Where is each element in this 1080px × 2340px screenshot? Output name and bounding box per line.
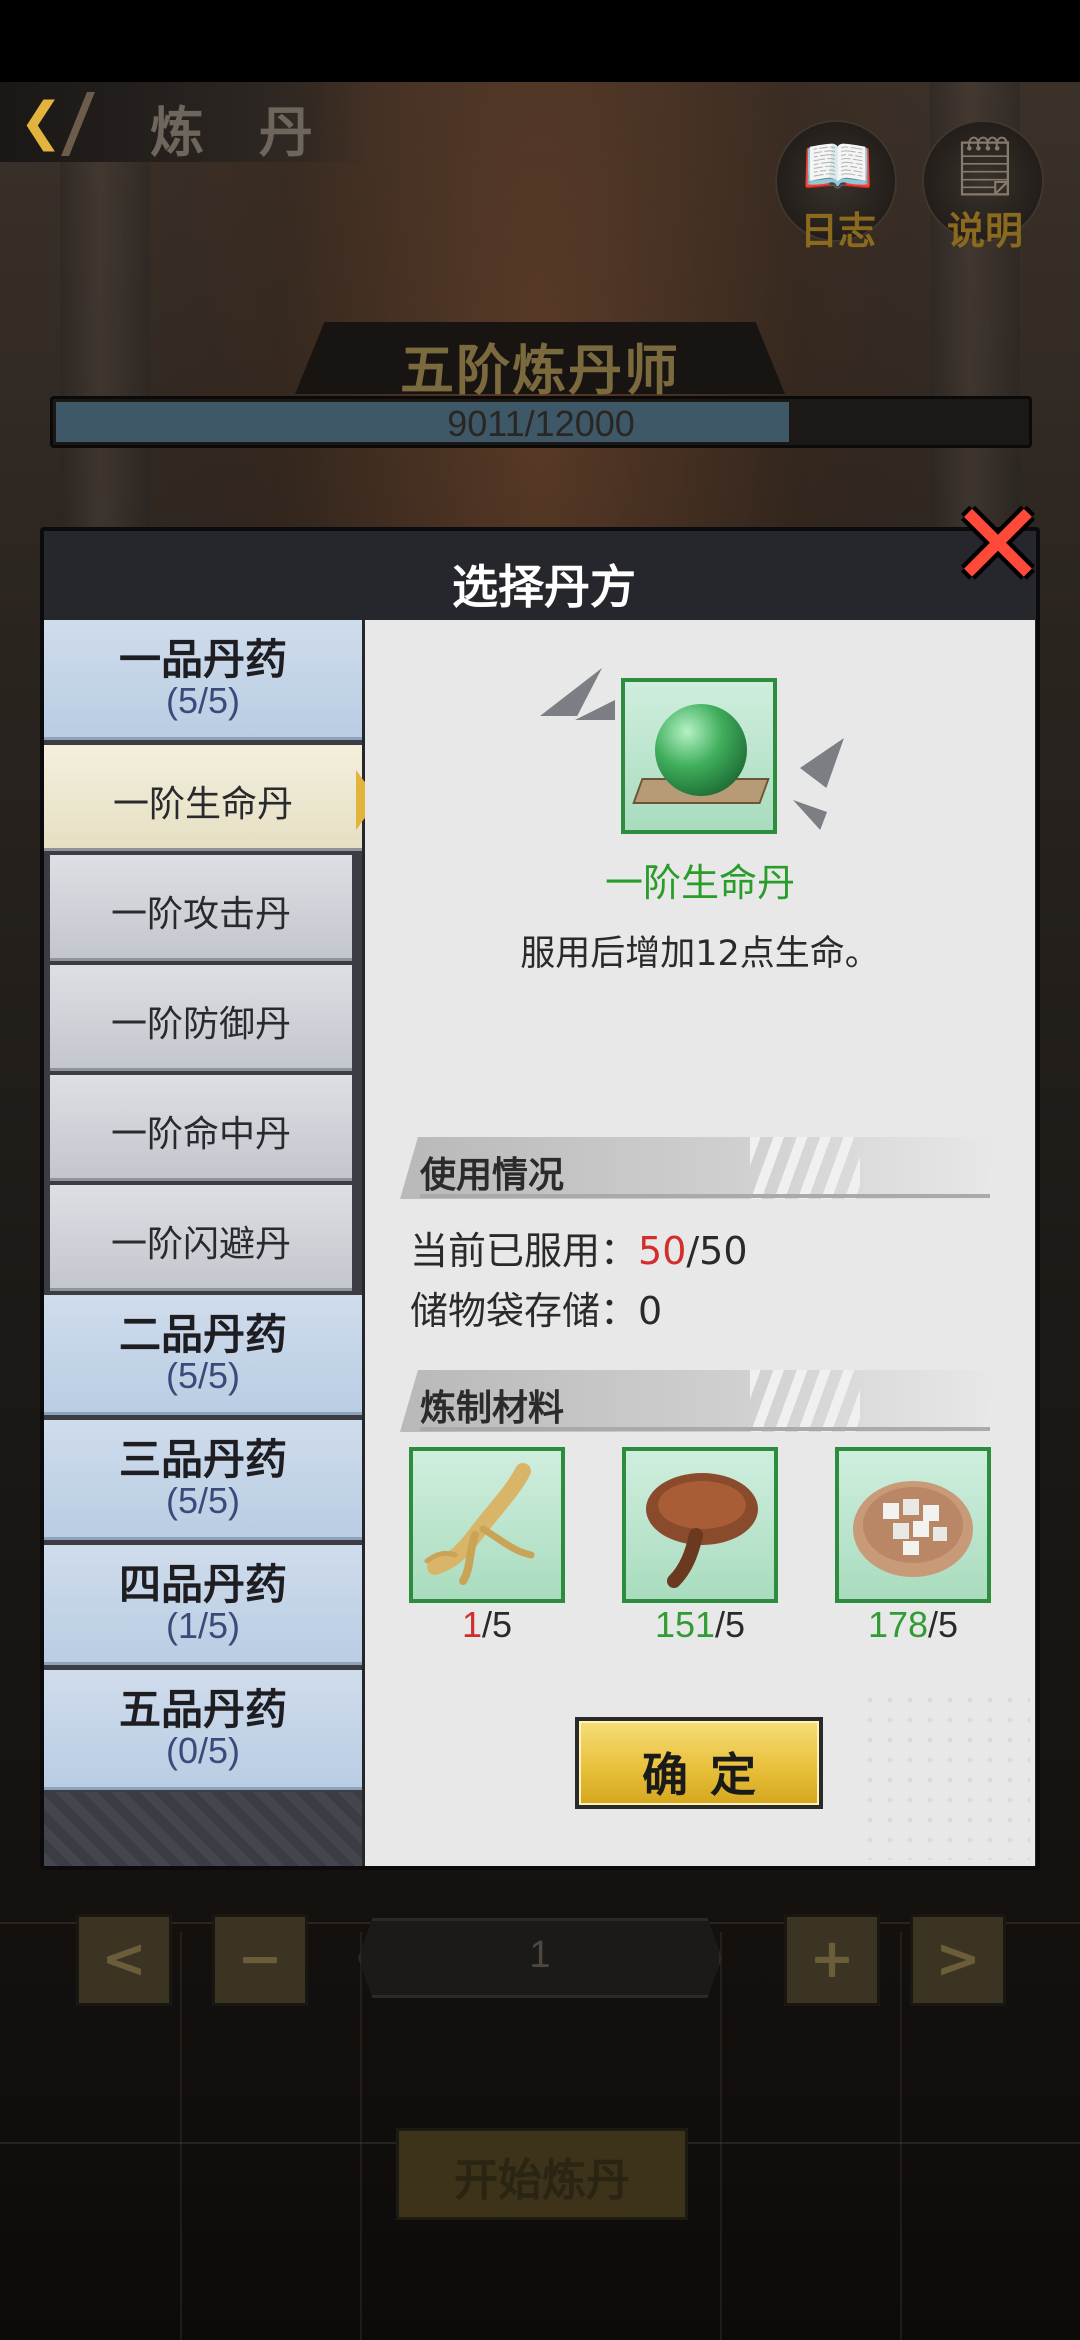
sidebar-footer: [44, 1792, 362, 1866]
category-name: 三品丹药: [118, 1435, 287, 1484]
recipe-item-accuracy-pill[interactable]: 一阶命中丹: [50, 1075, 352, 1181]
material-count-2: 151/5: [622, 1604, 778, 1646]
prev-button[interactable]: <: [76, 1914, 172, 2006]
material-have: 151: [654, 1604, 716, 1645]
consumed-row: 当前已服用：50/50: [410, 1220, 748, 1275]
category-count: (0/5): [165, 1730, 241, 1771]
category-name: 五品丹药: [118, 1685, 287, 1734]
item-name: 一阶生命丹: [604, 861, 795, 905]
material-slot-2[interactable]: [622, 1447, 778, 1603]
item-icon-frame: [621, 678, 777, 834]
confirm-button[interactable]: 确定: [575, 1717, 823, 1809]
storage-label: 储物袋存储：: [410, 1289, 639, 1333]
recipe-item-life-pill[interactable]: 一阶生命丹: [44, 745, 362, 851]
close-button[interactable]: ✕: [946, 488, 1050, 604]
material-need: /5: [928, 1604, 959, 1645]
dialog-title: 选择丹方: [452, 560, 636, 614]
material-need: /5: [482, 1604, 513, 1645]
plus-button[interactable]: +: [784, 1914, 880, 2006]
consumed-label: 当前已服用：: [410, 1229, 639, 1273]
category-name: 一品丹药: [118, 635, 287, 684]
exp-progress-text: 9011/12000: [447, 403, 635, 444]
ginseng-root-icon: [424, 1463, 535, 1585]
back-button[interactable]: ❮: [14, 92, 68, 152]
lingzhi-mushroom-icon: [646, 1473, 758, 1588]
storage-value: 0: [638, 1289, 663, 1333]
category-count: (5/5): [165, 1480, 241, 1521]
help-button[interactable]: 🗒 说明: [922, 120, 1044, 253]
material-have: 178: [867, 1604, 929, 1645]
recipe-item-label: 一阶命中丹: [110, 1114, 291, 1155]
rank-title: 五阶炼丹师: [400, 339, 680, 402]
consumed-max: /50: [686, 1229, 748, 1273]
category-tier-3[interactable]: 三品丹药 (5/5): [44, 1420, 362, 1540]
close-x-icon: ✕: [949, 478, 1047, 613]
recipe-item-defense-pill[interactable]: 一阶防御丹: [50, 965, 352, 1071]
quantity-value: 1: [529, 1934, 551, 1976]
item-description: 服用后增加12点生命。: [520, 934, 880, 974]
header-stripes: [750, 1137, 860, 1199]
usage-section-label: 使用情况: [420, 1155, 565, 1196]
recipe-item-label: 一阶防御丹: [110, 1004, 291, 1045]
consumed-value: 50: [638, 1229, 687, 1273]
header-stripes: [750, 1370, 860, 1432]
material-slot-1[interactable]: [409, 1447, 565, 1603]
category-tier-2[interactable]: 二品丹药 (5/5): [44, 1295, 362, 1415]
green-orb-pill-icon: [655, 704, 747, 796]
category-name: 四品丹药: [118, 1560, 287, 1609]
material-need: /5: [715, 1604, 746, 1645]
exp-progress-bar: 9011/12000: [50, 396, 1032, 448]
chevron-left-icon: ❮: [19, 92, 63, 152]
material-count-1: 1/5: [409, 1604, 565, 1646]
category-count: (5/5): [165, 680, 241, 721]
start-alchemy-label: 开始炼丹: [454, 2155, 630, 2206]
log-button[interactable]: 📖 日志: [775, 120, 897, 253]
white-cubes-bowl-icon: [853, 1481, 973, 1577]
panel-dot-pattern: [860, 1690, 1030, 1860]
category-tier-4[interactable]: 四品丹药 (1/5): [44, 1545, 362, 1665]
materials-section-label: 炼制材料: [420, 1388, 565, 1429]
material-count-3: 178/5: [835, 1604, 991, 1646]
recipe-item-label: 一阶攻击丹: [110, 894, 291, 935]
recipe-sidebar: 一品丹药 (5/5) 一阶生命丹 一阶攻击丹 一阶防御丹 一阶命中丹 一阶闪避丹…: [44, 620, 362, 1866]
recipe-item-attack-pill[interactable]: 一阶攻击丹: [50, 855, 352, 961]
next-button[interactable]: >: [910, 1914, 1006, 2006]
help-button-label: 说明: [946, 209, 1023, 253]
category-tier-1[interactable]: 一品丹药 (5/5): [44, 620, 362, 740]
category-count: (5/5): [165, 1355, 241, 1396]
book-icon: 📖: [801, 132, 875, 200]
recipe-item-label: 一阶闪避丹: [110, 1224, 291, 1265]
notepad-icon: 🗒: [948, 132, 1022, 200]
log-button-label: 日志: [799, 209, 876, 253]
material-slot-3[interactable]: [835, 1447, 991, 1603]
material-have: 1: [461, 1604, 482, 1645]
recipe-item-evasion-pill[interactable]: 一阶闪避丹: [50, 1185, 352, 1291]
category-tier-5[interactable]: 五品丹药 (0/5): [44, 1670, 362, 1790]
confirm-button-label: 确定: [642, 1748, 778, 1802]
category-name: 二品丹药: [118, 1310, 287, 1359]
storage-row: 储物袋存储：0: [410, 1280, 662, 1335]
recipe-item-label: 一阶生命丹: [112, 784, 293, 825]
minus-button[interactable]: −: [212, 1914, 308, 2006]
page-title: 炼 丹: [150, 101, 331, 164]
category-count: (1/5): [165, 1605, 241, 1646]
